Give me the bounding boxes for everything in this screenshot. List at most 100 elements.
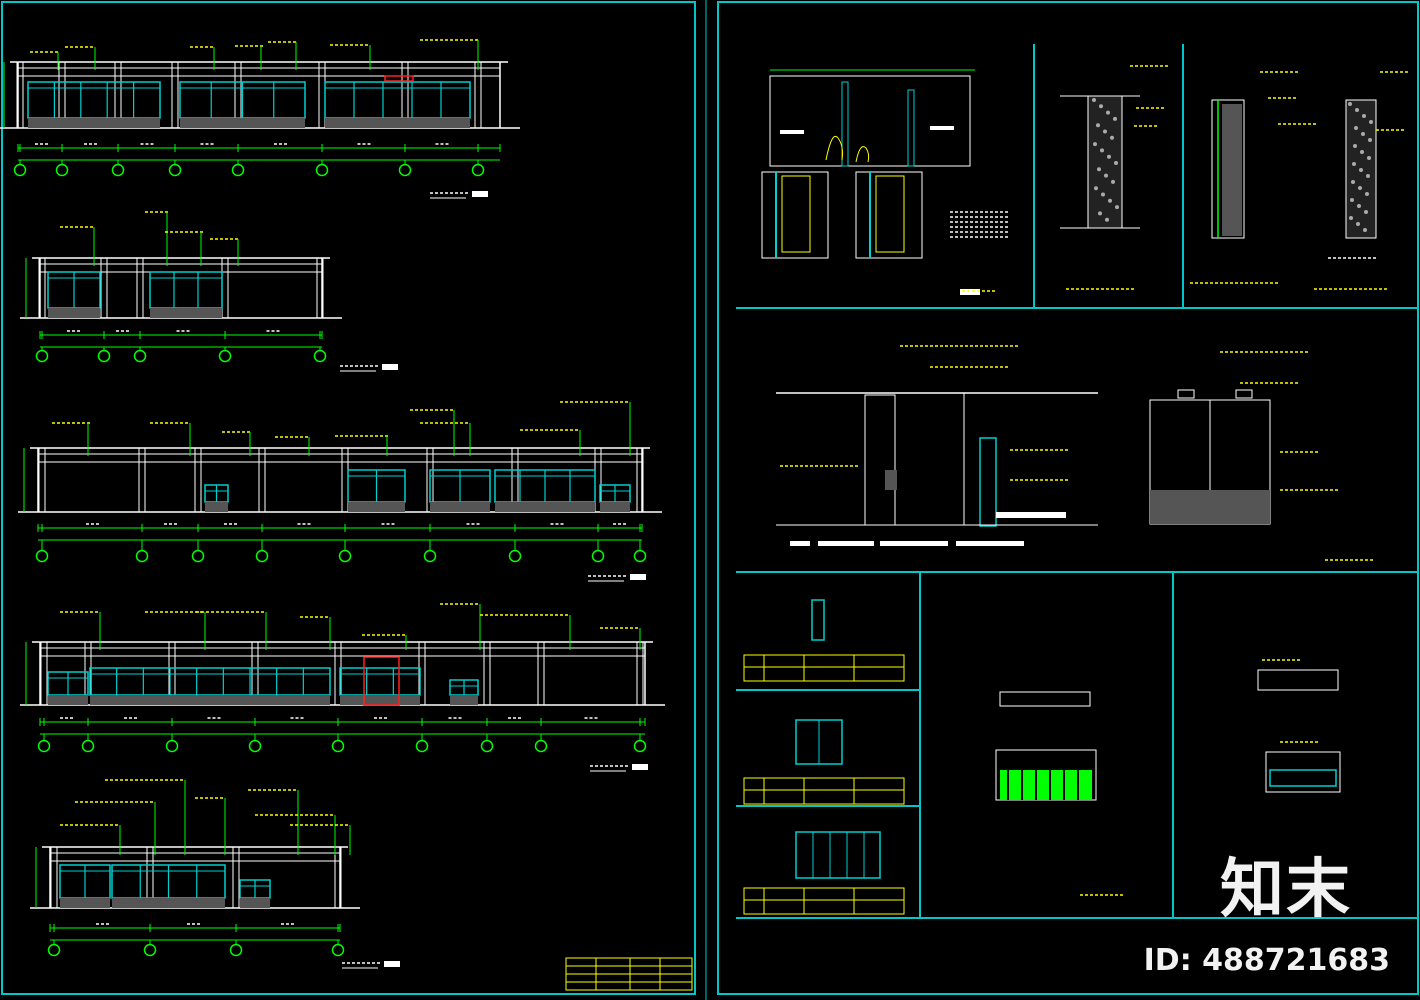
scale-label [632,764,648,770]
title-block [565,957,693,991]
window-type-c [795,831,881,879]
grid-bubble [331,943,345,957]
grid-bubble [633,549,647,563]
stone-base [180,118,305,128]
door-detail-panel [761,69,1008,295]
stone-texture [1097,167,1101,172]
door-elevation-outline [769,75,971,167]
grid-bubble [338,549,352,563]
glass-panel [27,81,161,119]
counter-detail-panel [776,345,1373,561]
plan-detail-inner [875,175,905,253]
stone-texture [1099,104,1103,109]
grid-bubble [398,163,412,177]
scale-bar [818,541,874,546]
column [50,846,58,909]
column [318,61,326,129]
scale-label [630,574,646,580]
stone-base [325,118,470,128]
cad-drawing-sheet [0,0,1419,1000]
stone-texture [1115,205,1119,210]
column [100,257,108,319]
grid-bubble [331,739,345,753]
stone-texture [1114,161,1118,165]
grid-bubble [255,549,269,563]
column [258,447,266,513]
stone-base [112,898,225,908]
stone-texture [1367,156,1371,160]
grid-bubble [248,739,262,753]
grid-bubble [97,349,111,363]
grid-bubble [55,163,69,177]
label-mark [930,126,954,130]
elevation-a-g [0,39,520,199]
stone-texture [1108,198,1112,203]
grid-bubble [135,549,149,563]
stone-texture [1356,222,1360,226]
schedule-table [743,654,905,682]
stone-texture [1101,192,1105,197]
glass-panel [89,667,331,696]
scale-bar [880,541,948,546]
column [232,846,240,909]
grid-bubble [471,163,485,177]
plan-detail-inner [781,175,811,253]
stone-texture [1363,228,1367,232]
stone-texture [1103,129,1107,134]
column [138,447,146,513]
stone-texture [1366,174,1370,178]
grid-bubble [35,349,49,363]
stone-texture [1098,211,1102,216]
column [40,641,48,706]
stone-texture [1365,192,1369,196]
stone-base [340,695,420,705]
window-schedule-panel [743,599,905,915]
column [171,61,179,129]
column-fill [1222,104,1242,236]
scale-label [472,191,488,197]
entry-column-detail-panel [1060,65,1168,290]
column-section-panel [1190,71,1408,290]
stone-texture [1093,142,1097,147]
plan-detail [855,171,923,259]
stone-base [60,898,110,908]
grid-bubble [534,739,548,753]
stone-base [348,502,405,512]
label-mark [996,512,1066,518]
grid-bubble [508,549,522,563]
grid-bubble [231,163,245,177]
stone-base [48,695,88,705]
elevation-e [30,779,400,969]
elevation-c [18,401,662,582]
scale-bar [956,541,1024,546]
label-mark [780,130,804,134]
stone-texture [1352,162,1356,166]
grid-bubble [81,739,95,753]
stone-texture [1359,168,1363,172]
grid-bubble [133,349,147,363]
sign-detail-panel [995,691,1123,896]
door-detail-title [960,289,980,295]
stone-texture [1368,138,1372,142]
stone-texture [1107,154,1111,159]
stone-texture [1100,148,1104,153]
counter-section [864,394,896,526]
hinge-detail-panel [1257,659,1341,793]
column [483,641,491,706]
grid-bubble [313,349,327,363]
stone-base [48,308,100,318]
stone-base [150,308,222,318]
stone-texture [1094,186,1098,191]
grid-bubble [168,163,182,177]
stone-texture [1113,116,1117,121]
stone-texture [1358,186,1362,190]
column [341,447,349,513]
plan-detail [761,171,829,259]
cabinet-top-fixture [1177,389,1195,399]
stone-base [28,118,160,128]
grid-bubble [111,163,125,177]
grid-bubble [47,943,61,957]
stone-texture [1355,108,1359,112]
glass-panel [979,437,997,527]
stone-texture [1350,198,1354,202]
